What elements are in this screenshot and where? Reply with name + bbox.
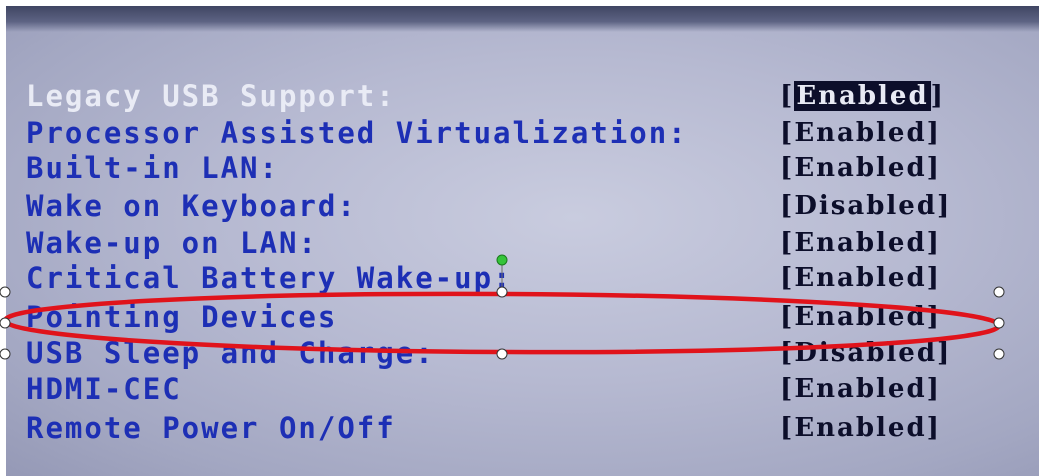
resize-handle-bottom[interactable] bbox=[496, 348, 508, 360]
resize-handle-top[interactable] bbox=[496, 286, 508, 298]
annotation-overlay bbox=[0, 254, 1005, 360]
resize-handle-top-left[interactable] bbox=[0, 286, 11, 298]
resize-handle-right[interactable] bbox=[993, 317, 1005, 329]
rotation-handle[interactable] bbox=[496, 254, 508, 266]
resize-handle-top-right[interactable] bbox=[993, 286, 1005, 298]
resize-handle-left[interactable] bbox=[0, 317, 11, 329]
resize-handle-bottom-right[interactable] bbox=[993, 348, 1005, 360]
highlight-ellipse[interactable] bbox=[2, 291, 1002, 355]
resize-handle-bottom-left[interactable] bbox=[0, 348, 11, 360]
